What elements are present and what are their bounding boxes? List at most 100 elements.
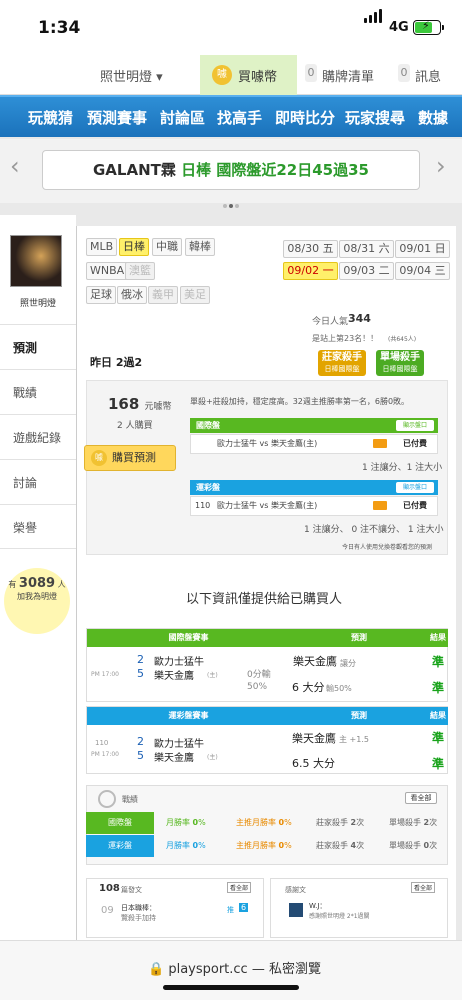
- league-tag[interactable]: 足球: [86, 286, 116, 304]
- result-hit: 準: [432, 655, 445, 669]
- league-tag[interactable]: WNBA: [86, 262, 129, 280]
- league-tag-selected[interactable]: 日棒: [119, 238, 149, 256]
- table-header: 預測: [290, 629, 428, 647]
- menu-item[interactable]: 討論區: [160, 107, 205, 128]
- menu-item[interactable]: 預測賽事: [87, 107, 147, 128]
- bulb-text: 有: [8, 580, 17, 589]
- bulb-count: 3089: [18, 576, 56, 591]
- league-tag[interactable]: 俄冰: [117, 286, 147, 304]
- url-text[interactable]: 🔒 playsport.cc — 私密瀏覽: [148, 958, 321, 977]
- show-odds-button[interactable]: 顯示盤口: [396, 420, 434, 431]
- team-no: 2: [137, 653, 144, 666]
- post-tag: 推: [227, 906, 234, 914]
- league-tag[interactable]: MLB: [86, 238, 118, 256]
- clock: 1:34: [38, 18, 81, 38]
- avatar[interactable]: [10, 235, 62, 287]
- bulb-text: 人: [57, 580, 66, 589]
- show-odds-button[interactable]: 顯示盤口: [396, 482, 434, 493]
- posts-all-button[interactable]: 看全部: [227, 882, 252, 893]
- msg-count: 0: [398, 64, 410, 82]
- menu-item[interactable]: 找高手: [217, 107, 262, 128]
- team-no: 2: [137, 735, 144, 748]
- home-flag: (主): [207, 672, 218, 679]
- date-tab[interactable]: 09/03 二: [339, 262, 394, 280]
- home-indicator[interactable]: [163, 985, 299, 990]
- post-date: 09: [101, 905, 114, 916]
- main-menu: 玩競猜 預測賽事 討論區 找高手 即時比分 玩家搜尋 數據: [0, 95, 462, 137]
- lottery-table: 運彩盤賽事 預測 結果 110 PM 17:00 2 歐力士猛牛 5 樂天金鷹 …: [86, 706, 448, 774]
- game-no: 110: [95, 739, 109, 747]
- match-name: 歐力士猛牛 vs 樂天金鷹(主): [217, 439, 318, 448]
- posts-card[interactable]: 108 篇發文 看全部 09 日本職棒： 覽殺手加持 推 6: [86, 878, 264, 938]
- table-header: 預測: [290, 707, 428, 725]
- stats-title: 戰績: [122, 795, 138, 804]
- chevron-right-icon[interactable]: ›: [436, 152, 446, 180]
- pick-type: 輸50%: [326, 684, 352, 693]
- thanks-all-button[interactable]: 看全部: [411, 882, 436, 893]
- coin-icon: 噱: [91, 450, 107, 466]
- bulb-icon[interactable]: 有 3089 人 加我為明燈: [4, 568, 70, 634]
- user-name: 照世明燈: [20, 299, 57, 309]
- stats-all-button[interactable]: 看全部: [405, 792, 437, 804]
- result-hit: 準: [432, 757, 445, 771]
- league-tag[interactable]: 義甲: [148, 286, 178, 304]
- thanks-thumb: [289, 903, 303, 917]
- menu-item[interactable]: 玩家搜尋: [345, 107, 405, 128]
- league-tag[interactable]: 澳籃: [125, 262, 155, 280]
- post-sub: 覽殺手加持: [121, 914, 156, 922]
- buy-prediction-button[interactable]: 噱購買預測: [84, 445, 176, 471]
- stats-icon: [98, 790, 116, 808]
- buy-coins-button[interactable]: 噱 買噱幣: [200, 55, 297, 95]
- popularity-label: 今日人氣: [312, 317, 349, 327]
- intl-match-row: 歐力士猛牛 vs 樂天金鷹(主) 已付費: [190, 434, 438, 454]
- team-name: 歐力士猛牛: [154, 657, 204, 668]
- badge-single-killer: 單場殺手 日棒國際盤: [376, 350, 424, 376]
- date-tab[interactable]: 09/01 日: [395, 240, 450, 258]
- buy-coins-label: 買噱幣: [238, 70, 278, 85]
- carousel-dots: [222, 193, 240, 212]
- user-menu[interactable]: 照世明燈 ▾: [100, 66, 163, 85]
- sidebar-item-history[interactable]: 遊戲紀錄: [0, 414, 76, 459]
- chevron-left-icon[interactable]: ‹: [10, 152, 20, 180]
- lottery-note: 1 注讓分、 0 注不讓分、 1 注大小: [304, 525, 444, 535]
- team-name: 樂天金鷹: [154, 753, 194, 764]
- line-value: 0分輸: [247, 670, 271, 680]
- team-name: 樂天金鷹: [154, 671, 194, 682]
- thanks-user: W.J：: [309, 902, 327, 910]
- sidebar-item-discuss[interactable]: 討論: [0, 459, 76, 504]
- home-flag: (主): [207, 754, 218, 761]
- game-time: PM 17:00: [91, 671, 119, 678]
- date-tab[interactable]: 08/31 六: [339, 240, 394, 258]
- pick-type: 讓分: [340, 659, 356, 668]
- popularity-value: 344: [348, 312, 371, 325]
- sidebar-item-honor[interactable]: 榮譽: [0, 504, 76, 549]
- team-no: 5: [137, 749, 144, 762]
- menu-item[interactable]: 數據: [418, 107, 448, 128]
- lock-icon: 🔒: [148, 962, 165, 977]
- promo-banner[interactable]: GALANT霖 日棒 國際盤近22日45過35: [42, 150, 420, 190]
- messages-link[interactable]: 訊息: [415, 66, 441, 85]
- date-tab[interactable]: 08/30 五: [283, 240, 338, 258]
- league-tag[interactable]: 美足: [180, 286, 210, 304]
- banner-text: GALANT霖: [93, 161, 176, 179]
- team-no: 5: [137, 667, 144, 680]
- league-tag[interactable]: 中職: [152, 238, 182, 256]
- menu-item[interactable]: 即時比分: [275, 107, 335, 128]
- bulb-cta: 加我為明燈: [17, 592, 57, 601]
- league-tag[interactable]: 韓棒: [185, 238, 215, 256]
- menu-item[interactable]: 玩競猜: [28, 107, 73, 128]
- banner-stat: 國際盤近22日45過35: [216, 161, 369, 179]
- card-footer: 今日有人使用兌換卷觀看您的預測: [342, 544, 433, 551]
- lottery-match-row: 110 歐力士猛牛 vs 樂天金鷹(主) 已付費: [190, 496, 438, 516]
- yesterday-result: 昨日 2過2: [90, 356, 143, 369]
- coin-icon: 噱: [212, 65, 232, 85]
- sidebar-item-predict[interactable]: 預測: [0, 324, 76, 369]
- battery-icon: ⚡: [413, 19, 444, 35]
- thanks-card[interactable]: 感謝文 看全部 W.J： 感謝照世明燈 2*1過關: [270, 878, 448, 938]
- date-tab[interactable]: 09/04 三: [395, 262, 450, 280]
- cart-link[interactable]: 購牌清單: [322, 66, 374, 85]
- buyers-only-notice: 以下資訊僅提供給已購買人: [186, 592, 343, 607]
- post-tag-count: 6: [239, 903, 249, 912]
- date-tab-selected[interactable]: 09/02 一: [283, 262, 338, 280]
- sidebar-item-record[interactable]: 戰績: [0, 369, 76, 414]
